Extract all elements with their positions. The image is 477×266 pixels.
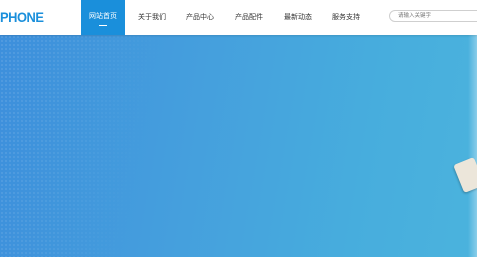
banner-edge-highlight — [468, 35, 477, 257]
nav-item-about[interactable]: 关于我们 — [130, 0, 174, 35]
below-banner-area — [0, 257, 477, 266]
nav-item-label: 产品配件 — [235, 13, 263, 21]
nav-item-label: 服务支持 — [332, 13, 360, 21]
nav-item-label: 网站首页 — [89, 12, 117, 20]
logo[interactable]: PHONE — [0, 9, 44, 25]
nav-item-home[interactable]: 网站首页 — [81, 0, 125, 35]
site-header: PHONE 网站首页 关于我们 产品中心 产品配件 最新动态 服务支持 — [0, 0, 477, 35]
nav-item-products[interactable]: 产品中心 — [178, 0, 222, 35]
page: PHONE 网站首页 关于我们 产品中心 产品配件 最新动态 服务支持 — [0, 0, 477, 266]
active-indicator — [99, 25, 107, 26]
nav-item-label: 最新动态 — [284, 13, 312, 21]
hero-banner[interactable] — [0, 35, 477, 257]
search-input[interactable] — [389, 10, 477, 22]
nav-item-news[interactable]: 最新动态 — [276, 0, 320, 35]
nav-item-label: 产品中心 — [186, 13, 214, 21]
nav-item-accessories[interactable]: 产品配件 — [227, 0, 271, 35]
nav-item-support[interactable]: 服务支持 — [324, 0, 368, 35]
banner-dot-pattern — [0, 35, 477, 257]
nav-item-label: 关于我们 — [138, 13, 166, 21]
